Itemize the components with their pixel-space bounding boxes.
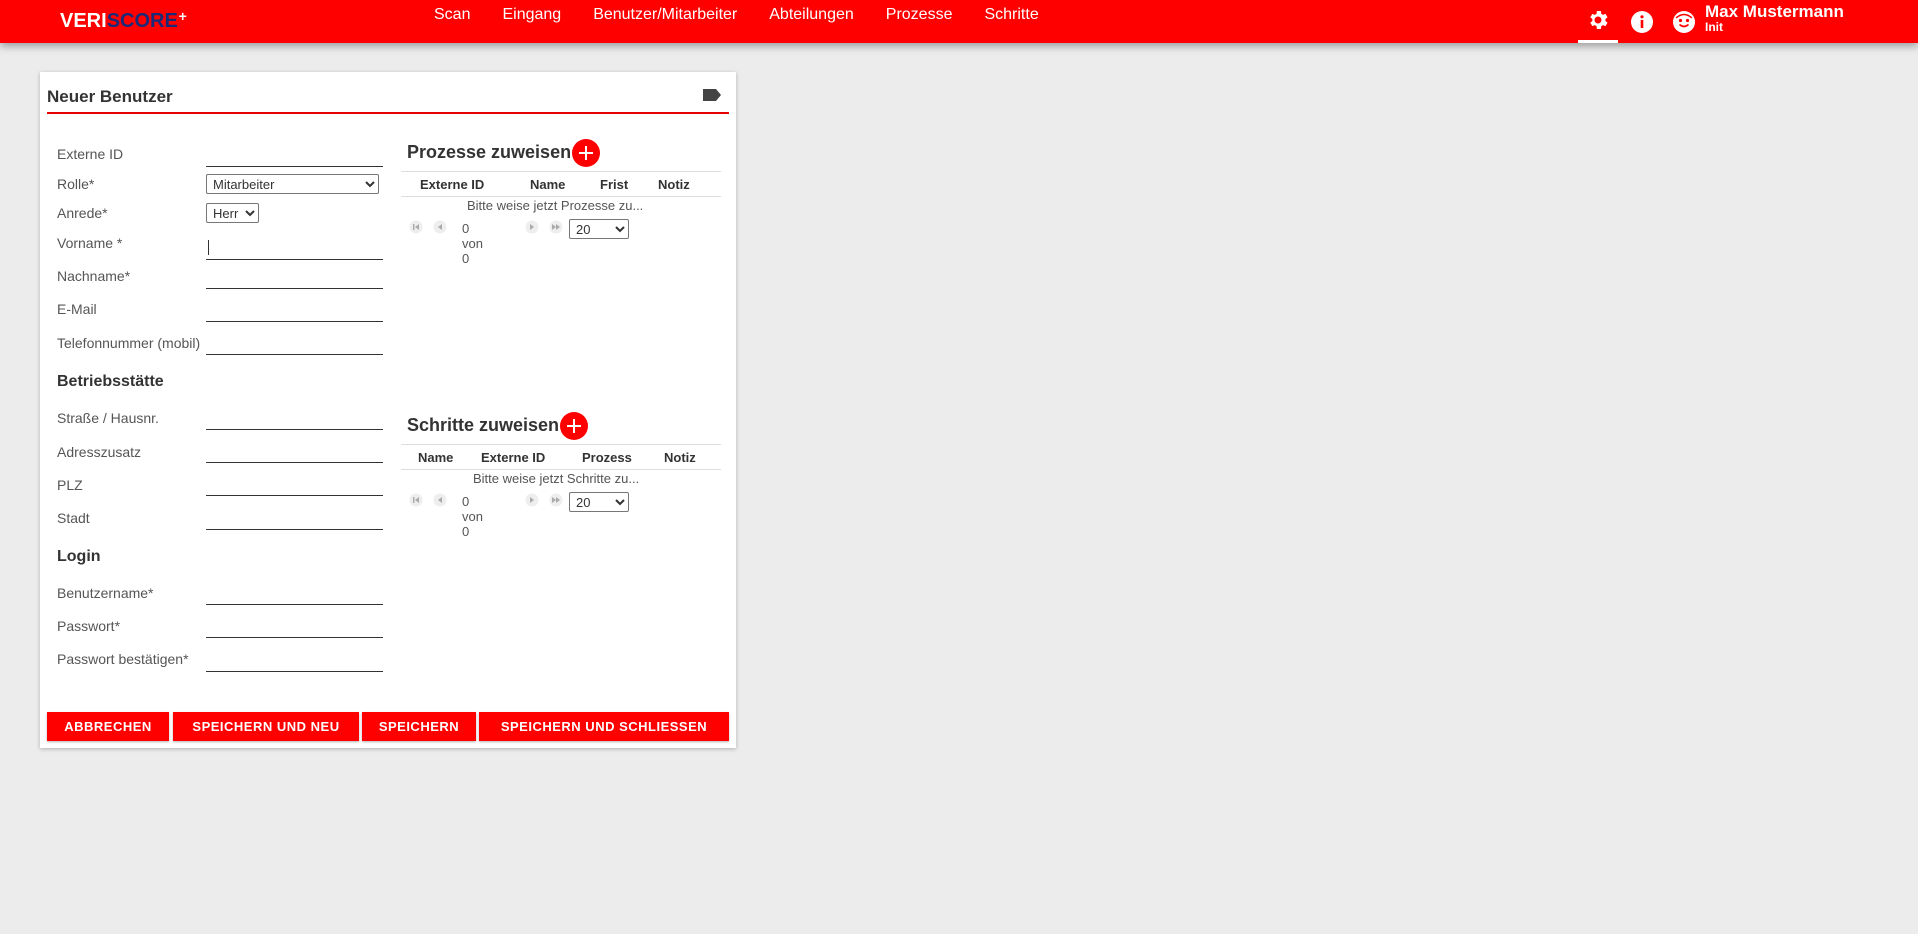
nachname-field[interactable]	[206, 267, 383, 289]
first-page-icon[interactable]	[409, 220, 423, 234]
benutzername-label: Benutzername*	[57, 585, 154, 601]
prev-page-icon[interactable]	[433, 493, 447, 507]
plus-icon	[567, 419, 581, 433]
new-user-card: Neuer Benutzer Externe ID Rolle* Mitarbe…	[40, 72, 736, 748]
passwort-field[interactable]	[206, 616, 383, 638]
strasse-label: Straße / Hausnr.	[57, 410, 159, 426]
vorname-label: Vorname *	[57, 235, 123, 251]
column-header[interactable]: Externe ID	[481, 450, 545, 465]
stadt-field[interactable]	[206, 508, 383, 530]
schritte-empty-message: Bitte weise jetzt Schritte zu...	[473, 471, 640, 486]
next-page-icon[interactable]	[525, 220, 539, 234]
rolle-label: Rolle*	[57, 176, 95, 192]
user-subtitle: Init	[1705, 20, 1723, 34]
prozesse-empty-message: Bitte weise jetzt Prozesse zu...	[467, 198, 644, 213]
column-header[interactable]: Notiz	[658, 177, 690, 192]
user-face-icon	[1673, 10, 1695, 33]
benutzername-field[interactable]	[206, 583, 383, 605]
nav-item-eingang[interactable]: Eingang	[502, 0, 577, 43]
anrede-label: Anrede*	[57, 205, 108, 221]
next-page-icon[interactable]	[525, 493, 539, 507]
column-header[interactable]: Name	[418, 450, 453, 465]
column-header[interactable]: Prozess	[582, 450, 632, 465]
column-header[interactable]: Name	[530, 177, 565, 192]
label-tag-button[interactable]	[702, 88, 722, 107]
gear-icon	[1590, 11, 1608, 29]
page-size-select[interactable]: 20	[569, 219, 629, 239]
betriebsstaette-heading: Betriebsstätte	[57, 373, 164, 390]
schritte-table-header: Name Externe ID Prozess Notiz	[401, 444, 721, 470]
app-logo[interactable]: VERISCORE +	[60, 8, 187, 33]
telefon-label: Telefonnummer (mobil)	[57, 335, 201, 351]
rolle-select[interactable]: Mitarbeiter	[206, 174, 379, 194]
page-title: Neuer Benutzer	[47, 87, 173, 106]
info-button[interactable]	[1622, 0, 1662, 43]
page-size-select[interactable]: 20	[569, 492, 629, 512]
vorname-field[interactable]	[206, 238, 383, 260]
externe-id-field[interactable]	[206, 145, 383, 167]
prozesse-heading: Prozesse zuweisen	[407, 142, 572, 162]
pager-text: 0 von 0	[462, 221, 483, 266]
adresszusatz-field[interactable]	[206, 441, 383, 463]
plz-field[interactable]	[206, 474, 383, 496]
adresszusatz-label: Adresszusatz	[57, 444, 142, 460]
anrede-select[interactable]: Herr	[206, 203, 259, 223]
text-cursor	[208, 240, 209, 255]
user-name: Max Mustermann	[1705, 2, 1844, 21]
column-header[interactable]: Notiz	[664, 450, 696, 465]
top-navigation-bar: VERISCORE + Scan Eingang Benutzer/Mitarbe…	[0, 0, 1918, 43]
strasse-field[interactable]	[206, 408, 383, 430]
abbrechen-button[interactable]: ABBRECHEN	[47, 712, 169, 741]
prozesse-table-header: Externe ID Name Frist Notiz	[401, 171, 721, 197]
nav-item-abteilungen[interactable]: Abteilungen	[769, 0, 870, 43]
user-menu-button[interactable]	[1664, 0, 1704, 43]
speichern-button[interactable]: SPEICHERN	[362, 712, 476, 741]
speichern-und-neu-button[interactable]: SPEICHERN UND NEU	[173, 712, 359, 741]
add-prozess-button[interactable]	[572, 139, 600, 167]
column-header[interactable]: Externe ID	[420, 177, 484, 192]
last-page-icon[interactable]	[549, 493, 563, 507]
pager-text: 0 von 0	[462, 494, 483, 539]
plus-icon	[579, 146, 593, 160]
externe-id-label: Externe ID	[57, 146, 124, 162]
nav-item-benutzer-mitarbeiter[interactable]: Benutzer/Mitarbeiter	[593, 0, 753, 43]
first-page-icon[interactable]	[409, 493, 423, 507]
login-heading: Login	[57, 548, 101, 565]
user-info[interactable]: Max Mustermann Init	[1705, 2, 1844, 34]
plz-label: PLZ	[57, 477, 83, 493]
last-page-icon[interactable]	[549, 220, 563, 234]
column-header[interactable]: Frist	[600, 177, 628, 192]
speichern-und-schliessen-button[interactable]: SPEICHERN UND SCHLIESSEN	[479, 712, 729, 741]
passwort-label: Passwort*	[57, 618, 121, 634]
email-label: E-Mail	[57, 301, 97, 317]
nav-item-schritte[interactable]: Schritte	[984, 0, 1054, 43]
tag-icon	[703, 89, 721, 101]
info-icon	[1631, 10, 1653, 33]
title-divider	[47, 112, 729, 114]
passwort-bestaetigen-field[interactable]	[206, 650, 383, 672]
passwort-bestaetigen-label: Passwort bestätigen*	[57, 651, 189, 667]
nav-item-scan[interactable]: Scan	[434, 0, 486, 43]
settings-button[interactable]	[1578, 0, 1618, 43]
nav-item-prozesse[interactable]: Prozesse	[886, 0, 969, 43]
add-schritt-button[interactable]	[560, 412, 588, 440]
prev-page-icon[interactable]	[433, 220, 447, 234]
schritte-heading: Schritte zuweisen	[407, 415, 560, 435]
email-field[interactable]	[206, 300, 383, 322]
stadt-label: Stadt	[57, 510, 90, 526]
main-nav: Scan Eingang Benutzer/Mitarbeiter Abteil…	[434, 0, 1071, 43]
telefon-field[interactable]	[206, 333, 383, 355]
nachname-label: Nachname*	[57, 268, 131, 284]
